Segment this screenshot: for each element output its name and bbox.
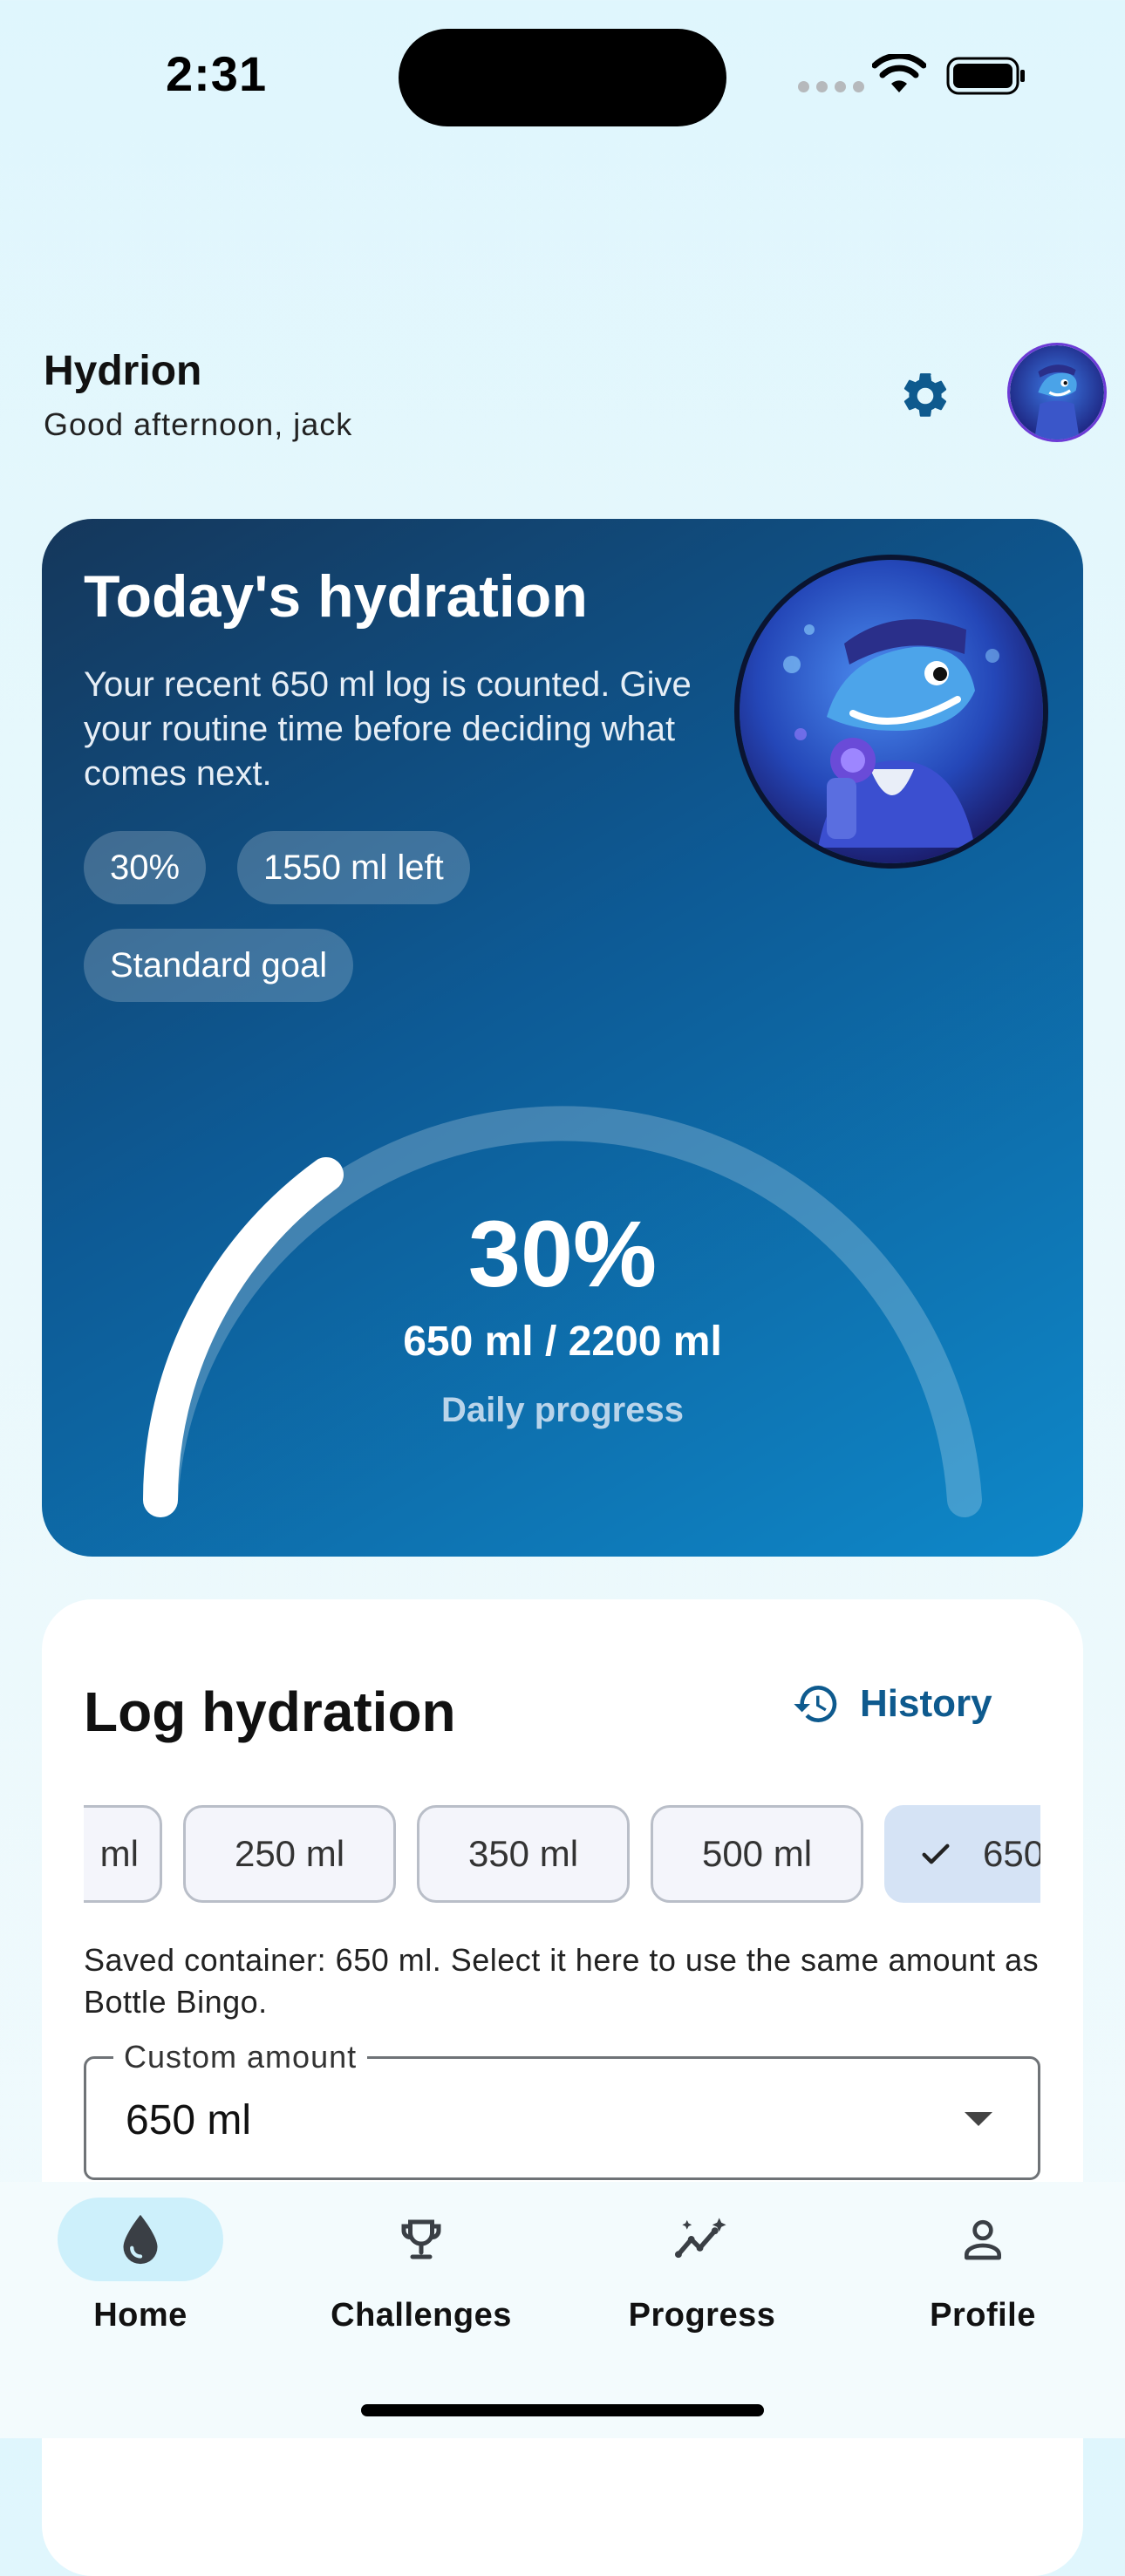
nav-item-home[interactable]: Home: [0, 2182, 281, 2334]
chevron-down-icon[interactable]: [961, 2105, 996, 2131]
profile-avatar[interactable]: [1010, 345, 1104, 440]
nav-active-indicator: [58, 2198, 223, 2281]
person-icon: [965, 2219, 1001, 2260]
custom-amount-value[interactable]: 650 ml: [126, 2096, 251, 2144]
progress-caption: Daily progress: [441, 1391, 684, 1429]
amount-option-250[interactable]: 250 ml: [183, 1805, 396, 1903]
check-icon: [922, 1843, 950, 1864]
wifi-icon: [872, 54, 926, 92]
trend-icon: [674, 2218, 726, 2259]
home-indicator: [361, 2404, 764, 2416]
amount-option-500[interactable]: 500 ml: [651, 1805, 863, 1903]
amount-option-350[interactable]: 350 ml: [417, 1805, 630, 1903]
amount-option-650-selected[interactable]: 650: [884, 1805, 1040, 1903]
amount-option-650-label: 650: [983, 1833, 1040, 1874]
battery-icon: [946, 57, 1025, 95]
nav-icon-wrap: [619, 2198, 785, 2281]
status-time: 2:31: [166, 46, 268, 101]
settings-button[interactable]: [894, 365, 957, 427]
saved-container-hint: Saved container: 650 ml. Select it here …: [84, 1942, 1040, 2020]
water-drop-icon: [123, 2214, 158, 2265]
gear-icon: [903, 373, 947, 417]
quick-amount-row: ml 250 ml 350 ml 500 ml 650: [84, 1805, 1040, 1908]
nav-item-challenges[interactable]: Challenges: [281, 2182, 562, 2334]
nav-label-home: Home: [93, 2297, 188, 2334]
nav-label-profile: Profile: [930, 2297, 1036, 2334]
nav-icon-wrap: [338, 2198, 504, 2281]
hydration-summary-card: Today's hydration Your recent 650 ml log…: [42, 519, 1083, 1557]
bottom-navigation: Home Challenges Progress Profile: [0, 2182, 1125, 2438]
greeting-text: Good afternoon, jack: [44, 406, 353, 442]
nav-icon-wrap: [900, 2198, 1066, 2281]
amount-option-partial[interactable]: ml: [84, 1805, 162, 1903]
nav-label-progress: Progress: [628, 2297, 776, 2334]
shark-mascot-avatar-icon: [1010, 345, 1104, 440]
progress-percent: 30%: [467, 1201, 658, 1306]
progress-amount: 650 ml / 2200 ml: [403, 1319, 722, 1365]
app-title: Hydrion: [44, 348, 202, 394]
nav-label-challenges: Challenges: [331, 2297, 512, 2334]
history-label: History: [860, 1682, 992, 1725]
log-title: Log hydration: [84, 1680, 456, 1743]
cellular-signal-icon: [798, 81, 864, 92]
gauge-track: [143, 1106, 982, 1517]
history-icon: [794, 1686, 837, 1722]
nav-item-progress[interactable]: Progress: [562, 2182, 842, 2334]
trophy-icon: [401, 2219, 441, 2259]
history-button[interactable]: History: [792, 1680, 992, 1728]
nav-item-profile[interactable]: Profile: [842, 2182, 1123, 2334]
dynamic-island: [399, 29, 726, 126]
custom-amount-label: Custom amount: [113, 2039, 368, 2075]
